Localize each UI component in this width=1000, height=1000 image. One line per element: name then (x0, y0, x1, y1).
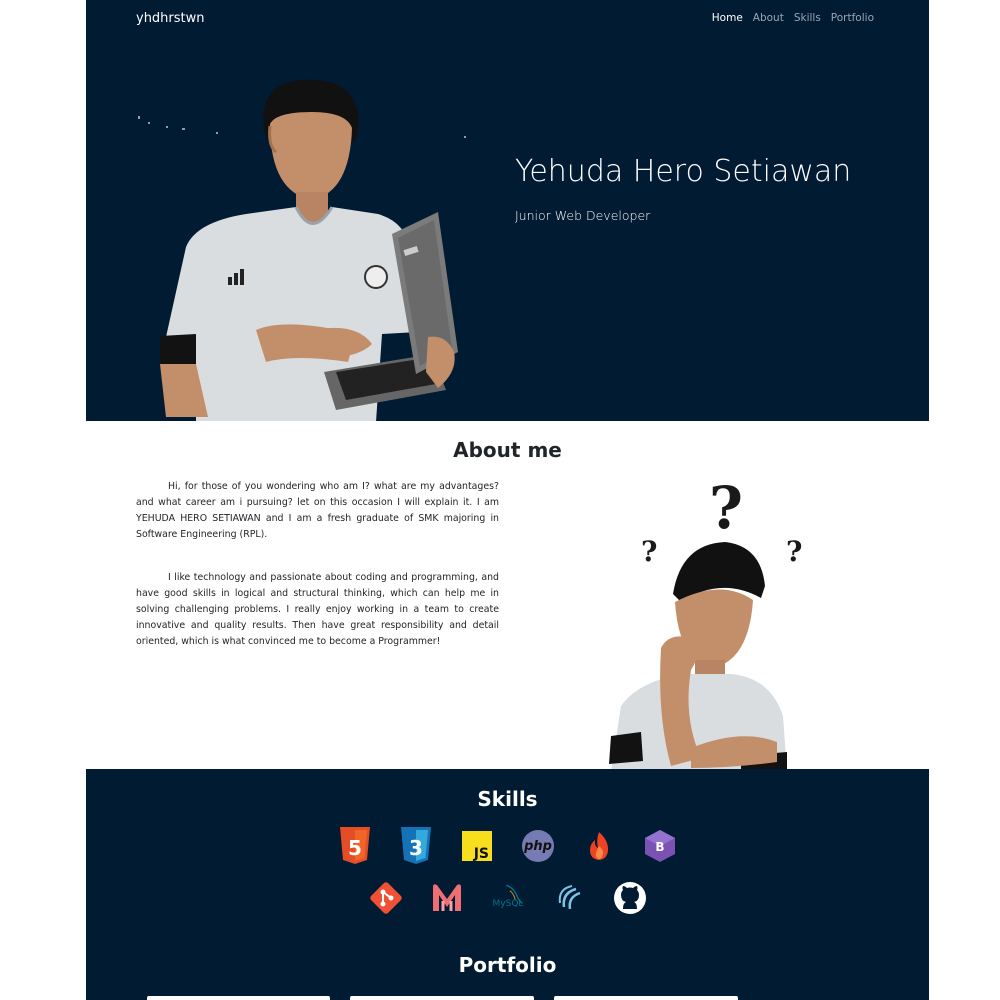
css3-icon: 3 (398, 827, 434, 865)
svg-text:5: 5 (348, 836, 362, 860)
skills-row-1: 5 3 JS php B (86, 827, 929, 865)
hero-photo (138, 79, 466, 421)
javascript-icon: JS (459, 827, 495, 865)
hero-role: Junior Web Developer (515, 208, 651, 223)
about-title: About me (453, 438, 562, 462)
about-paragraph-2: I like technology and passionate about c… (136, 572, 499, 647)
about-paragraph-1: Hi, for those of you wondering who am I?… (136, 481, 499, 540)
navbar-brand[interactable]: yhdhrstwn (136, 11, 205, 26)
github-icon (612, 879, 648, 917)
portfolio-card[interactable] (554, 996, 738, 1000)
svg-text:php: php (523, 839, 552, 854)
bootstrap-icon: B (642, 827, 678, 865)
question-mark-icon: ? (641, 535, 657, 568)
about-photo: ? ? ? (609, 474, 802, 769)
navbar-nav: Home About Skills Portfolio (712, 12, 874, 24)
svg-text:JS: JS (473, 846, 489, 861)
svg-text:B: B (655, 840, 664, 854)
svg-text:3: 3 (409, 836, 423, 860)
nav-link-about[interactable]: About (753, 12, 784, 24)
page: yhdhrstwn Home About Skills Portfolio Ye… (86, 0, 929, 1000)
skills-row-2: MySQL (86, 879, 929, 917)
git-icon (368, 879, 404, 917)
question-mark-icon: ? (709, 474, 743, 542)
portfolio-title: Portfolio (458, 953, 557, 977)
question-mark-icon: ? (786, 535, 802, 568)
hero-name: Yehuda Hero Setiawan (515, 154, 852, 189)
skills-section: Skills 5 3 JS php B MySQL Portfolio (86, 769, 929, 1000)
portfolio-card[interactable] (147, 996, 330, 1000)
materialize-icon (429, 879, 465, 917)
php-icon: php (520, 827, 556, 865)
wordpress-icon (551, 879, 587, 917)
about-section: About me Hi, for those of you wondering … (86, 421, 929, 769)
about-text: Hi, for those of you wondering who am I?… (136, 479, 499, 677)
portfolio-card[interactable] (350, 996, 534, 1000)
hero-section: yhdhrstwn Home About Skills Portfolio Ye… (86, 0, 929, 421)
codeigniter-icon (581, 827, 617, 865)
nav-link-portfolio[interactable]: Portfolio (831, 12, 874, 24)
mysql-icon: MySQL (490, 879, 526, 917)
nav-link-skills[interactable]: Skills (794, 12, 821, 24)
portfolio-cards (86, 996, 929, 1000)
nav-link-home[interactable]: Home (712, 12, 743, 24)
skills-title: Skills (477, 787, 538, 811)
svg-text:MySQL: MySQL (492, 899, 523, 909)
html5-icon: 5 (337, 827, 373, 865)
